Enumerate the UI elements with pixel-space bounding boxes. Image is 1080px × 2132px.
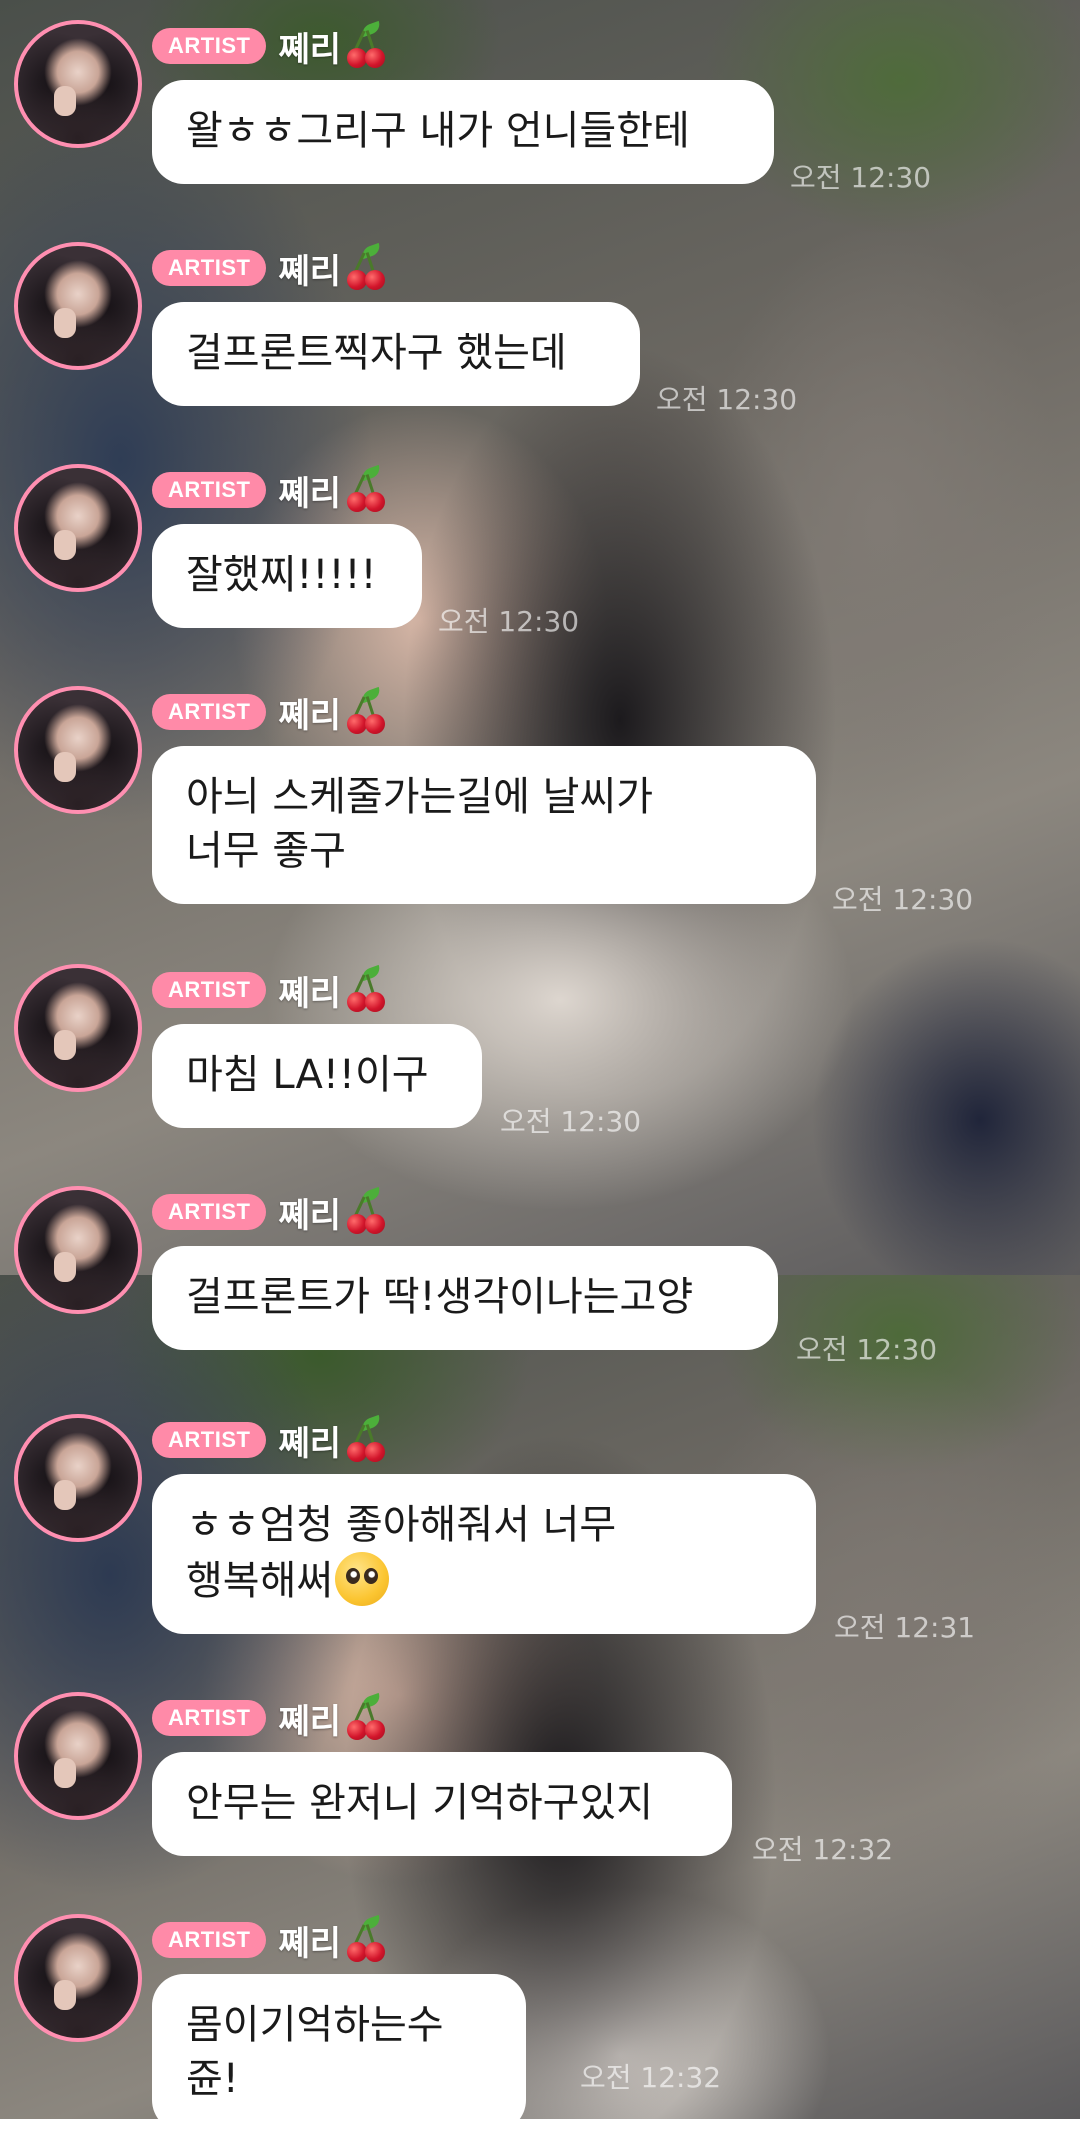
- message-header: ARTIST 쪠리: [152, 1912, 387, 1968]
- message-header: ARTIST 쪠리: [152, 1412, 387, 1468]
- avatar[interactable]: [14, 242, 142, 370]
- cherry-icon: [345, 1186, 387, 1234]
- cherry-icon: [345, 1692, 387, 1740]
- message-bubble[interactable]: 몸이기억하는수쥰!: [152, 1974, 526, 2132]
- avatar[interactable]: [14, 1692, 142, 1820]
- sender-name: 쪠리: [278, 242, 387, 293]
- avatar[interactable]: [14, 464, 142, 592]
- message-timestamp: 오전 12:30: [500, 1105, 642, 1138]
- sender-name: 쪠리: [278, 20, 387, 71]
- artist-badge: ARTIST: [152, 472, 267, 508]
- cherry-icon: [345, 464, 387, 512]
- avatar[interactable]: [14, 964, 142, 1092]
- message-timestamp: 오전 12:30: [656, 383, 798, 416]
- message-bubble[interactable]: 잘했찌!!!!!: [152, 524, 422, 628]
- message-timestamp: 오전 12:30: [438, 605, 580, 638]
- sender-name-text: 쪠리: [278, 1423, 342, 1464]
- sender-name: 쪠리: [278, 1414, 387, 1465]
- message-bubble[interactable]: 마침 LA!!이구: [152, 1024, 482, 1128]
- sender-name-text: 쪠리: [278, 695, 342, 736]
- cherry-icon: [345, 686, 387, 734]
- avatar[interactable]: [14, 1414, 142, 1542]
- artist-badge: ARTIST: [152, 1700, 267, 1736]
- sender-name: 쪠리: [278, 1186, 387, 1237]
- message-header: ARTIST 쪠리: [152, 962, 387, 1018]
- message-header: ARTIST 쪠리: [152, 1690, 387, 1746]
- pleading-face-icon: [335, 1552, 390, 1606]
- sender-name-text: 쪠리: [278, 973, 342, 1014]
- message-header: ARTIST 쪠리: [152, 240, 387, 296]
- message-header: ARTIST 쪠리: [152, 18, 387, 74]
- cherry-icon: [345, 964, 387, 1012]
- message-timestamp: 오전 12:32: [752, 1833, 894, 1866]
- artist-badge: ARTIST: [152, 1422, 267, 1458]
- sender-name-text: 쪠리: [278, 1701, 342, 1742]
- cherry-icon: [345, 20, 387, 68]
- message-timestamp: 오전 12:32: [580, 2061, 722, 2094]
- sender-name: 쪠리: [278, 686, 387, 737]
- sender-name-text: 쪠리: [278, 473, 342, 514]
- artist-badge: ARTIST: [152, 694, 267, 730]
- artist-badge: ARTIST: [152, 972, 267, 1008]
- chat-log: ARTIST 쪠리 왈ㅎㅎ그리구 내가 언니들한테 오전 12:30 ARTIS…: [0, 0, 1080, 2132]
- sender-name-text: 쪠리: [278, 1923, 342, 1964]
- message-bubble[interactable]: ㅎㅎ엄청 좋아해줘서 너무 행복해써: [152, 1474, 816, 1634]
- cherry-icon: [345, 242, 387, 290]
- message-header: ARTIST 쪠리: [152, 1184, 387, 1240]
- sender-name: 쪠리: [278, 1692, 387, 1743]
- message-bubble[interactable]: 안무는 완저니 기억하구있지: [152, 1752, 732, 1856]
- artist-badge: ARTIST: [152, 1194, 267, 1230]
- sender-name-text: 쪠리: [278, 251, 342, 292]
- message-timestamp: 오전 12:30: [796, 1333, 938, 1366]
- message-bubble[interactable]: 걸프론트가 딱!생각이나는고양: [152, 1246, 778, 1350]
- message-timestamp: 오전 12:31: [834, 1611, 976, 1644]
- sender-name-text: 쪠리: [278, 29, 342, 70]
- message-bubble[interactable]: 걸프론트찍자구 했는데: [152, 302, 640, 406]
- cherry-icon: [345, 1414, 387, 1462]
- message-text: ㅎㅎ엄청 좋아해줘서 너무 행복해써: [186, 1502, 617, 1604]
- sender-name: 쪠리: [278, 1914, 387, 1965]
- sender-name: 쪠리: [278, 464, 387, 515]
- message-timestamp: 오전 12:30: [832, 883, 974, 916]
- sender-name: 쪠리: [278, 964, 387, 1015]
- cherry-icon: [345, 1914, 387, 1962]
- sender-name-text: 쪠리: [278, 1195, 342, 1236]
- message-bubble[interactable]: 왈ㅎㅎ그리구 내가 언니들한테: [152, 80, 774, 184]
- avatar[interactable]: [14, 1186, 142, 1314]
- artist-badge: ARTIST: [152, 1922, 267, 1958]
- avatar[interactable]: [14, 686, 142, 814]
- message-bubble[interactable]: 아늬 스케줄가는길에 날씨가 너무 좋구: [152, 746, 816, 904]
- artist-badge: ARTIST: [152, 28, 267, 64]
- message-header: ARTIST 쪠리: [152, 462, 387, 518]
- message-timestamp: 오전 12:30: [790, 161, 932, 194]
- avatar[interactable]: [14, 1914, 142, 2042]
- avatar[interactable]: [14, 20, 142, 148]
- artist-badge: ARTIST: [152, 250, 267, 286]
- message-header: ARTIST 쪠리: [152, 684, 387, 740]
